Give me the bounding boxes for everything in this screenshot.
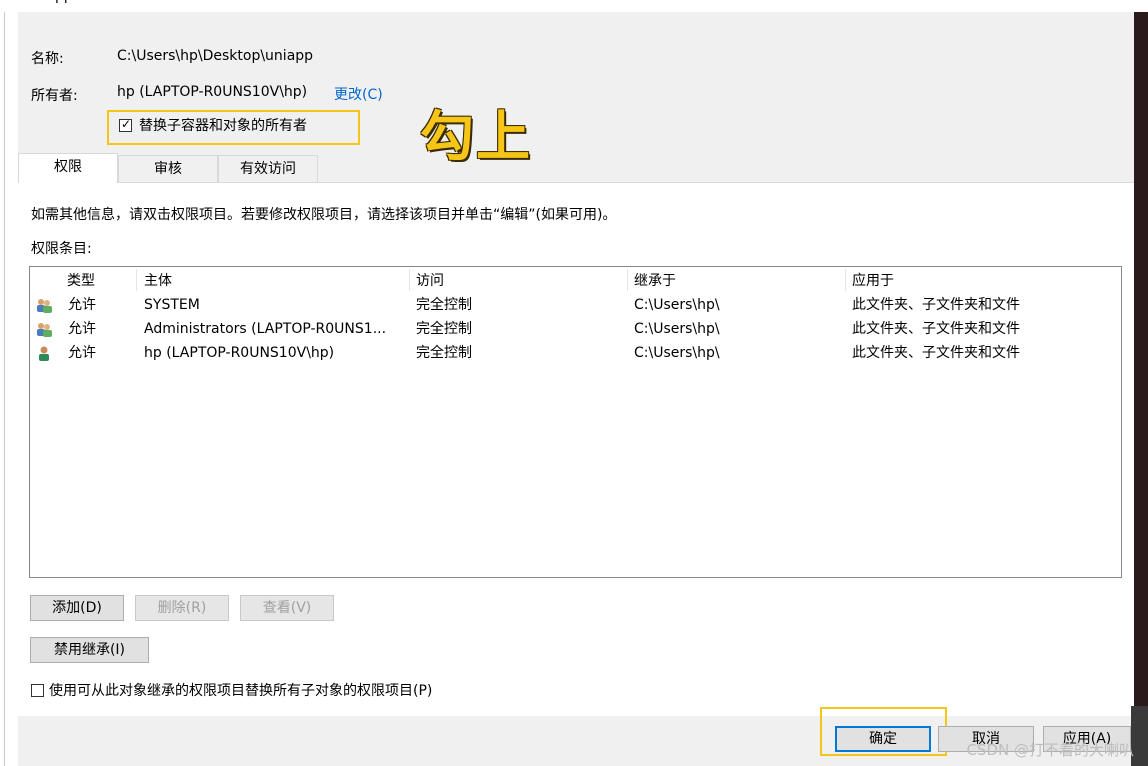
disable-inheritance-button[interactable]: 禁用继承(I) [30, 637, 149, 663]
highlight-box-checkbox [107, 110, 360, 145]
row-inherited: C:\Users\hp\ [634, 297, 720, 313]
view-button[interactable]: 查看(V) [240, 595, 334, 621]
row-applies: 此文件夹、子文件夹和文件 [852, 297, 1020, 313]
name-value: C:\Users\hp\Desktop\uniapp [117, 48, 314, 64]
col-header-type[interactable]: 类型 [61, 270, 136, 292]
row-access: 完全控制 [416, 297, 472, 313]
replace-child-permissions-label: 使用可从此对象继承的权限项目替换所有子对象的权限项目(P) [49, 683, 433, 699]
name-label: 名称: [31, 51, 64, 67]
col-header-principal[interactable]: 主体 [138, 270, 408, 292]
row-type: 允许 [68, 297, 96, 313]
highlight-box-ok [820, 707, 947, 756]
table-row[interactable]: 允许 SYSTEM 完全控制 C:\Users\hp\ 此文件夹、子文件夹和文件 [31, 293, 1120, 317]
row-access: 完全控制 [416, 345, 472, 361]
row-principal: SYSTEM [144, 297, 200, 313]
change-owner-link[interactable]: 更改(C) [334, 84, 383, 104]
watermark: CSDN @打不着的大喇叭 [966, 741, 1134, 759]
col-header-applies[interactable]: 应用于 [846, 270, 1106, 292]
row-principal: hp (LAPTOP-R0UNS10V\hp) [144, 345, 335, 361]
table-row[interactable]: 允许 hp (LAPTOP-R0UNS10V\hp) 完全控制 C:\Users… [31, 341, 1120, 365]
permission-entries-list[interactable]: 类型 主体 访问 继承于 应用于 允许 SYSTEM 完全控制 C:\Users… [29, 266, 1122, 578]
row-type: 允许 [68, 345, 96, 361]
row-principal: Administrators (LAPTOP-R0UNS1... [144, 321, 387, 337]
row-applies: 此文件夹、子文件夹和文件 [852, 345, 1020, 361]
background-window-edge [0, 12, 18, 766]
row-inherited: C:\Users\hp\ [634, 345, 720, 361]
replace-child-permissions-checkbox[interactable] [31, 684, 44, 697]
tab-auditing[interactable]: 审核 [118, 155, 218, 182]
group-users-icon [37, 323, 52, 337]
col-header-access[interactable]: 访问 [410, 270, 627, 292]
owner-value: hp (LAPTOP-R0UNS10V\hp) [117, 84, 308, 100]
annotation-text: 勾上 [420, 105, 532, 168]
window-title-strip: pp [0, 0, 1148, 12]
tab-permissions[interactable]: 权限 [18, 153, 118, 183]
window-title: pp [55, 0, 73, 4]
row-type: 允许 [68, 321, 96, 337]
col-header-inherited[interactable]: 继承于 [628, 270, 845, 292]
entries-label: 权限条目: [31, 241, 92, 257]
info-text: 如需其他信息，请双击权限项目。若要修改权限项目，请选择该项目并单击“编辑”(如果… [31, 207, 617, 223]
remove-button[interactable]: 删除(R) [135, 595, 229, 621]
row-access: 完全控制 [416, 321, 472, 337]
owner-label: 所有者: [31, 88, 78, 104]
tab-effective-access[interactable]: 有效访问 [218, 155, 318, 182]
row-inherited: C:\Users\hp\ [634, 321, 720, 337]
table-row[interactable]: 允许 Administrators (LAPTOP-R0UNS1... 完全控制… [31, 317, 1120, 341]
row-applies: 此文件夹、子文件夹和文件 [852, 321, 1020, 337]
add-button[interactable]: 添加(D) [30, 595, 124, 621]
single-user-icon [39, 346, 49, 361]
group-users-icon [37, 299, 52, 313]
